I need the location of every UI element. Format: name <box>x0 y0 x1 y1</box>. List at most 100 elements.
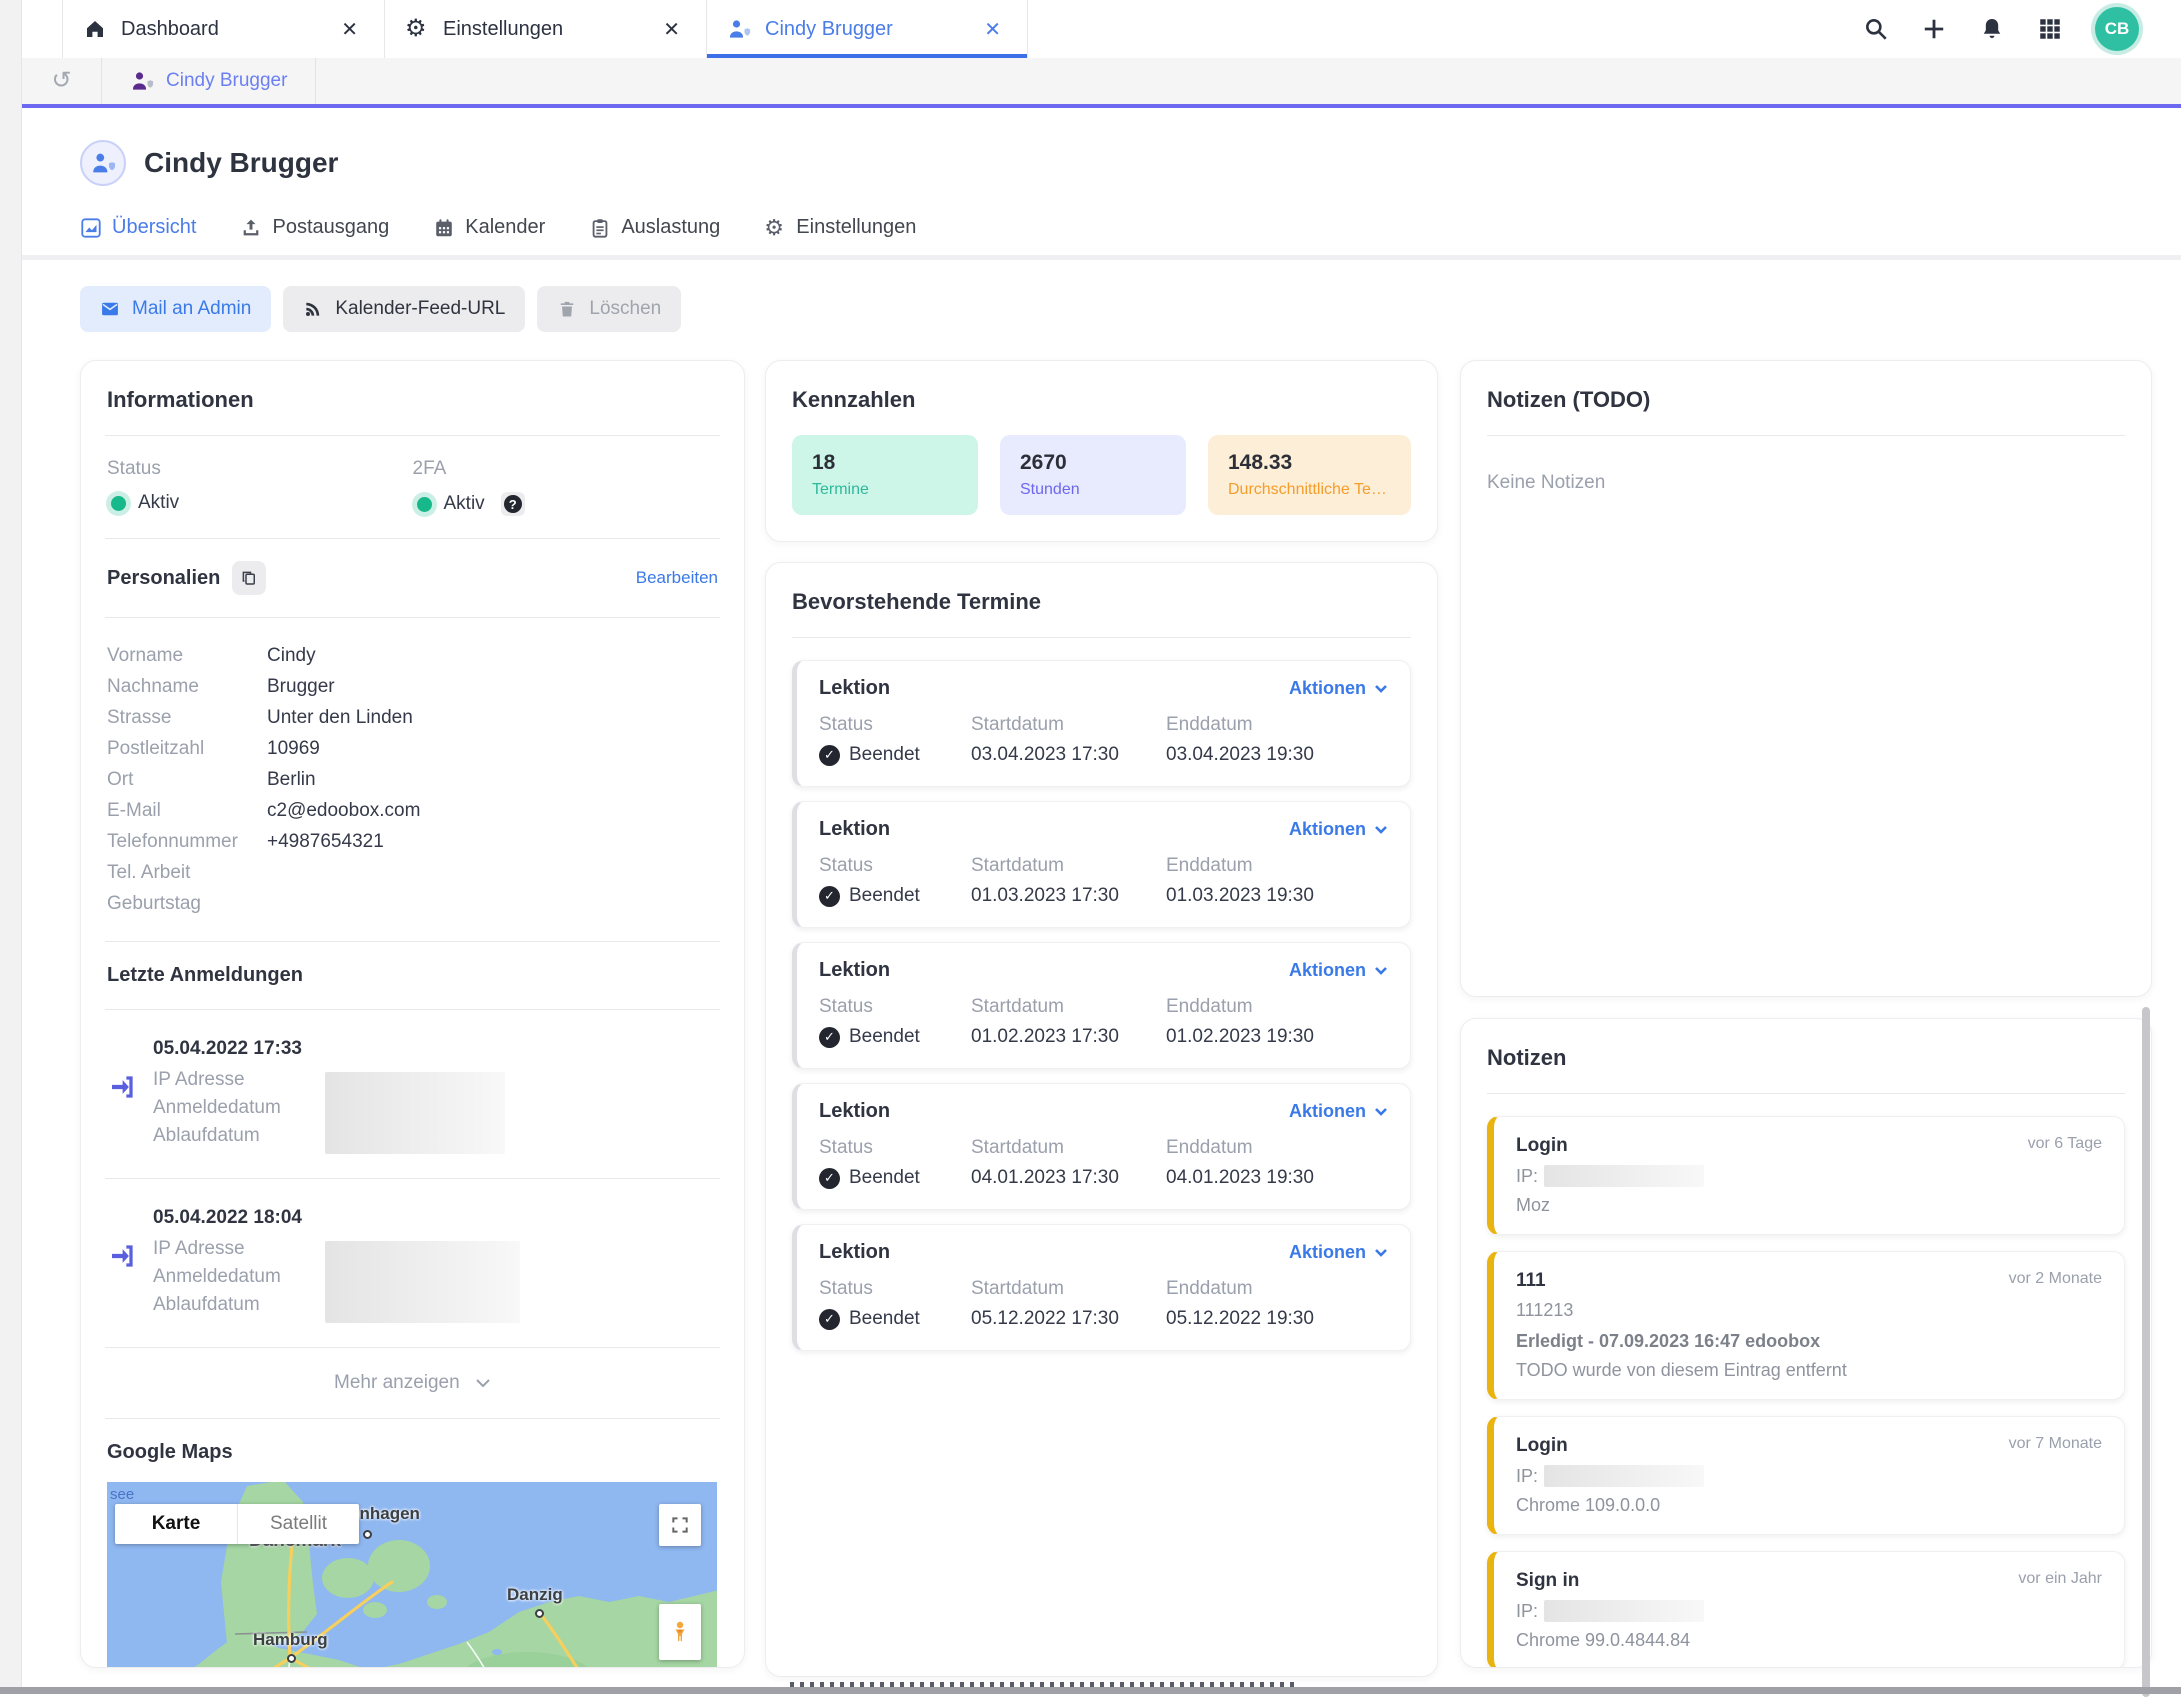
chevron-down-icon <box>475 1378 491 1388</box>
logins-title: Letzte Anmeldungen <box>107 964 718 987</box>
search-icon[interactable] <box>1863 16 1889 42</box>
middle-column: Kennzahlen 18 Termine 2670 Stunden 148.3… <box>765 360 1438 1677</box>
redacted-value <box>325 1072 505 1154</box>
field-row: StrasseUnter den Linden <box>107 702 718 733</box>
person-shield-icon <box>130 69 154 93</box>
note-title: Login <box>1516 1135 1568 1157</box>
mail-icon <box>100 299 120 319</box>
google-map[interactable]: see Kopenhagen Dänemark Danzig Hamburg B… <box>107 1482 717 1668</box>
note-text: TODO wurde von diesem Eintrag entfernt <box>1516 1360 2102 1381</box>
tab-uebersicht[interactable]: Übersicht <box>80 216 196 239</box>
redacted-value <box>325 1241 520 1323</box>
login-icon <box>107 1072 137 1102</box>
aktionen-dropdown[interactable]: Aktionen <box>1289 678 1388 699</box>
card-title: Informationen <box>107 387 718 413</box>
tab-kalender[interactable]: Kalender <box>433 216 545 239</box>
trash-icon <box>557 299 577 319</box>
mehr-anzeigen-link[interactable]: Mehr anzeigen <box>107 1370 718 1396</box>
close-icon[interactable]: ✕ <box>978 15 1007 44</box>
divider <box>105 1178 720 1179</box>
check-circle-icon: ✓ <box>819 1309 840 1330</box>
aktionen-dropdown[interactable]: Aktionen <box>1289 1242 1388 1263</box>
field-row: Geburtstag <box>107 888 718 919</box>
subtab-cindy-brugger[interactable]: Cindy Brugger <box>102 58 316 104</box>
field-row: Postleitzahl10969 <box>107 733 718 764</box>
map-label-danzig: Danzig <box>507 1585 563 1605</box>
note-entry: 111 vor 2 Monate 111213 Erledigt - 07.09… <box>1487 1251 2125 1400</box>
avatar[interactable]: CB <box>2095 7 2139 51</box>
divider <box>105 435 720 436</box>
divider <box>105 1418 720 1419</box>
login-entry: 05.04.2022 17:33 IP Adresse Anmeldedatum… <box>107 1032 718 1156</box>
redacted-ip <box>1544 1465 1704 1487</box>
bell-icon[interactable] <box>1979 16 2005 42</box>
satellit-button[interactable]: Satellit <box>237 1504 359 1544</box>
close-icon[interactable]: ✕ <box>335 15 364 44</box>
tab-auslastung[interactable]: Auslastung <box>589 216 720 239</box>
check-circle-icon: ✓ <box>819 886 840 907</box>
profile-avatar-icon <box>80 140 126 186</box>
top-tabs: Dashboard ✕ ⚙ Einstellungen ✕ Cindy Brug… <box>62 0 1028 58</box>
aktionen-dropdown[interactable]: Aktionen <box>1289 960 1388 981</box>
aktionen-dropdown[interactable]: Aktionen <box>1289 819 1388 840</box>
empty-state-text: Keine Notizen <box>1487 472 2125 494</box>
redacted-ip <box>1544 1600 1704 1622</box>
termin-title: Lektion <box>819 959 890 982</box>
calendar-icon <box>433 217 455 239</box>
tab-einstellungen[interactable]: ⚙ Einstellungen ✕ <box>384 0 706 58</box>
card-title: Notizen (TODO) <box>1487 387 2125 413</box>
content-columns: Informationen Status Aktiv 2FA Aktiv ? <box>80 360 2181 1677</box>
aktionen-dropdown[interactable]: Aktionen <box>1289 1101 1388 1122</box>
login-icon <box>107 1241 137 1271</box>
nav-tab-label: Postausgang <box>272 216 389 239</box>
tab-label: Einstellungen <box>443 18 643 41</box>
close-icon[interactable]: ✕ <box>657 15 686 44</box>
tab-cindy-brugger[interactable]: Cindy Brugger ✕ <box>706 0 1028 58</box>
informationen-card: Informationen Status Aktiv 2FA Aktiv ? <box>80 360 745 1668</box>
tab-einstellungen-profile[interactable]: ⚙ Einstellungen <box>764 216 916 239</box>
notes-scrollbar[interactable] <box>2142 1007 2150 1697</box>
mail-an-admin-button[interactable]: Mail an Admin <box>80 286 271 332</box>
divider <box>1487 1093 2125 1094</box>
twofa-active-dot <box>417 497 432 512</box>
button-label: Mail an Admin <box>132 298 251 320</box>
copy-icon[interactable] <box>232 561 266 595</box>
note-title: Login <box>1516 1435 1568 1457</box>
termin-item: Lektion Aktionen Status ✓Beendet Startda… <box>792 1083 1411 1210</box>
personalien-fields: VornameCindy NachnameBrugger StrasseUnte… <box>107 640 718 919</box>
note-entry: Login vor 7 Monate IP: Chrome 109.0.0.0 <box>1487 1416 2125 1535</box>
login-entry: 05.04.2022 18:04 IP Adresse Anmeldedatum… <box>107 1201 718 1325</box>
rss-icon <box>303 299 323 319</box>
chart-icon <box>80 217 102 239</box>
tab-dashboard[interactable]: Dashboard ✕ <box>62 0 384 58</box>
termin-title: Lektion <box>819 818 890 841</box>
profile-nav-tabs: Übersicht Postausgang Kalender Auslastun… <box>80 216 2181 255</box>
fullscreen-button[interactable] <box>659 1504 701 1546</box>
status-block: Status Aktiv <box>107 458 413 516</box>
entity-tab-bar: ↺ Cindy Brugger <box>22 58 2181 108</box>
twofa-label: 2FA <box>413 458 719 480</box>
divider <box>105 617 720 618</box>
card-title: Kennzahlen <box>792 387 1411 413</box>
pegman-button[interactable] <box>659 1604 701 1660</box>
horizontal-scrollbar[interactable] <box>0 1687 2181 1694</box>
grid-icon[interactable] <box>2037 16 2063 42</box>
karte-button[interactable]: Karte <box>115 1504 237 1544</box>
home-icon <box>83 17 107 41</box>
kalender-feed-url-button[interactable]: Kalender-Feed-URL <box>283 286 525 332</box>
termin-title: Lektion <box>819 1100 890 1123</box>
stat-termine: 18 Termine <box>792 435 978 515</box>
notizen-todo-card: Notizen (TODO) Keine Notizen <box>1460 360 2152 997</box>
map-dot <box>535 1609 544 1618</box>
login-date: 05.04.2022 17:33 <box>153 1038 302 1060</box>
divider <box>105 1009 720 1010</box>
tab-label: Dashboard <box>121 18 321 41</box>
plus-icon[interactable] <box>1921 16 1947 42</box>
tab-postausgang[interactable]: Postausgang <box>240 216 389 239</box>
loeschen-button[interactable]: Löschen <box>537 286 681 332</box>
bearbeiten-link[interactable]: Bearbeiten <box>636 568 718 588</box>
notizen-card: Notizen Login vor 6 Tage IP: Moz 111 vor… <box>1460 1018 2152 1668</box>
map-label-sea: see <box>110 1486 134 1503</box>
history-icon[interactable]: ↺ <box>22 58 102 104</box>
help-icon[interactable]: ? <box>501 492 525 516</box>
